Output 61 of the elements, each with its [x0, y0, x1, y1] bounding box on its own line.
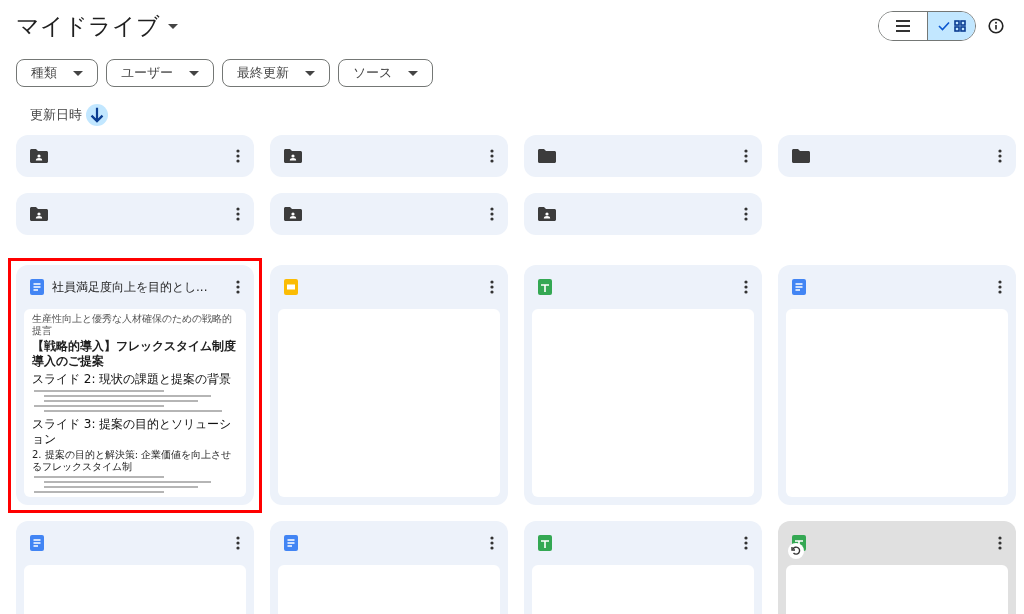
- document-icon: [30, 535, 44, 551]
- more-icon[interactable]: [744, 149, 748, 163]
- shared-folder-icon: [284, 207, 302, 221]
- folder-icon: [792, 149, 810, 163]
- shared-folder-icon: [538, 207, 556, 221]
- more-icon[interactable]: [236, 280, 240, 294]
- shared-folder-icon: [30, 207, 48, 221]
- more-icon[interactable]: [236, 207, 240, 221]
- info-icon[interactable]: [988, 18, 1004, 34]
- more-icon[interactable]: [236, 536, 240, 550]
- more-icon[interactable]: [490, 207, 494, 221]
- folder-card[interactable]: [778, 135, 1016, 177]
- preview-subheading: 2. 提案の目的と解決策: 企業価値を向上させるフレックスタイム制: [32, 449, 233, 473]
- view-toggle[interactable]: [878, 11, 976, 41]
- shared-folder-icon: [284, 149, 302, 163]
- slides-icon: [284, 279, 298, 295]
- caret-icon: [73, 70, 83, 76]
- folder-card[interactable]: [524, 193, 762, 235]
- preview-heading: 【戦略的導入】フレックスタイム制度導入のご提案: [32, 339, 237, 369]
- more-icon[interactable]: [998, 280, 1002, 294]
- more-icon[interactable]: [490, 536, 494, 550]
- document-icon: [30, 279, 44, 295]
- filter-chip[interactable]: ユーザー: [106, 59, 214, 87]
- folder-card[interactable]: [16, 135, 254, 177]
- more-icon[interactable]: [490, 149, 494, 163]
- more-icon[interactable]: [744, 536, 748, 550]
- filter-chip[interactable]: 種類: [16, 59, 98, 87]
- list-icon: [896, 20, 910, 32]
- spreadsheet-icon: [538, 535, 552, 551]
- caret-icon: [408, 70, 418, 76]
- document-icon: [284, 535, 298, 551]
- folder-card[interactable]: [16, 193, 254, 235]
- filter-chip[interactable]: 最終更新: [222, 59, 330, 87]
- more-icon[interactable]: [744, 207, 748, 221]
- file-card[interactable]: 社員満足度向上を目的とし... 生産性向上と優秀な人材確保のための戦略的提言 【戦略的導入】フレックスタイム制度導入のご提案 スライド 2: 現状の課題と提案の背景 スライド 3: 提案の目的とソリューション 2. 提案の目的と解決策: 企業価値を向上させるフレックスタイム制: [16, 265, 254, 505]
- preview-subtitle: 生産性向上と優秀な人材確保のための戦略的提言: [32, 313, 233, 337]
- spreadsheet-icon: [538, 279, 552, 295]
- file-title: 社員満足度向上を目的とし...: [52, 279, 209, 295]
- caret-icon: [168, 23, 178, 29]
- sort-label[interactable]: 更新日時: [30, 105, 82, 125]
- shared-folder-icon: [30, 149, 48, 163]
- grid-icon: [953, 20, 966, 32]
- document-icon: [792, 279, 806, 295]
- more-icon[interactable]: [998, 149, 1002, 163]
- more-icon[interactable]: [236, 149, 240, 163]
- caret-icon: [189, 70, 199, 76]
- caret-icon: [305, 70, 315, 76]
- folder-card[interactable]: [524, 135, 762, 177]
- drive-title-button[interactable]: マイドライブ: [16, 14, 178, 38]
- check-icon: [937, 21, 950, 31]
- folder-card[interactable]: [270, 193, 508, 235]
- preview-section-title: スライド 3: 提案の目的とソリューション: [32, 417, 233, 447]
- more-icon[interactable]: [998, 536, 1002, 550]
- more-icon[interactable]: [490, 280, 494, 294]
- more-icon[interactable]: [744, 280, 748, 294]
- sort-direction-icon[interactable]: [86, 104, 108, 126]
- preview-section-title: スライド 2: 現状の課題と提案の背景: [32, 372, 233, 387]
- filter-chip[interactable]: ソース: [338, 59, 433, 87]
- sync-icon: [788, 543, 804, 559]
- folder-card[interactable]: [270, 135, 508, 177]
- folder-icon: [538, 149, 556, 163]
